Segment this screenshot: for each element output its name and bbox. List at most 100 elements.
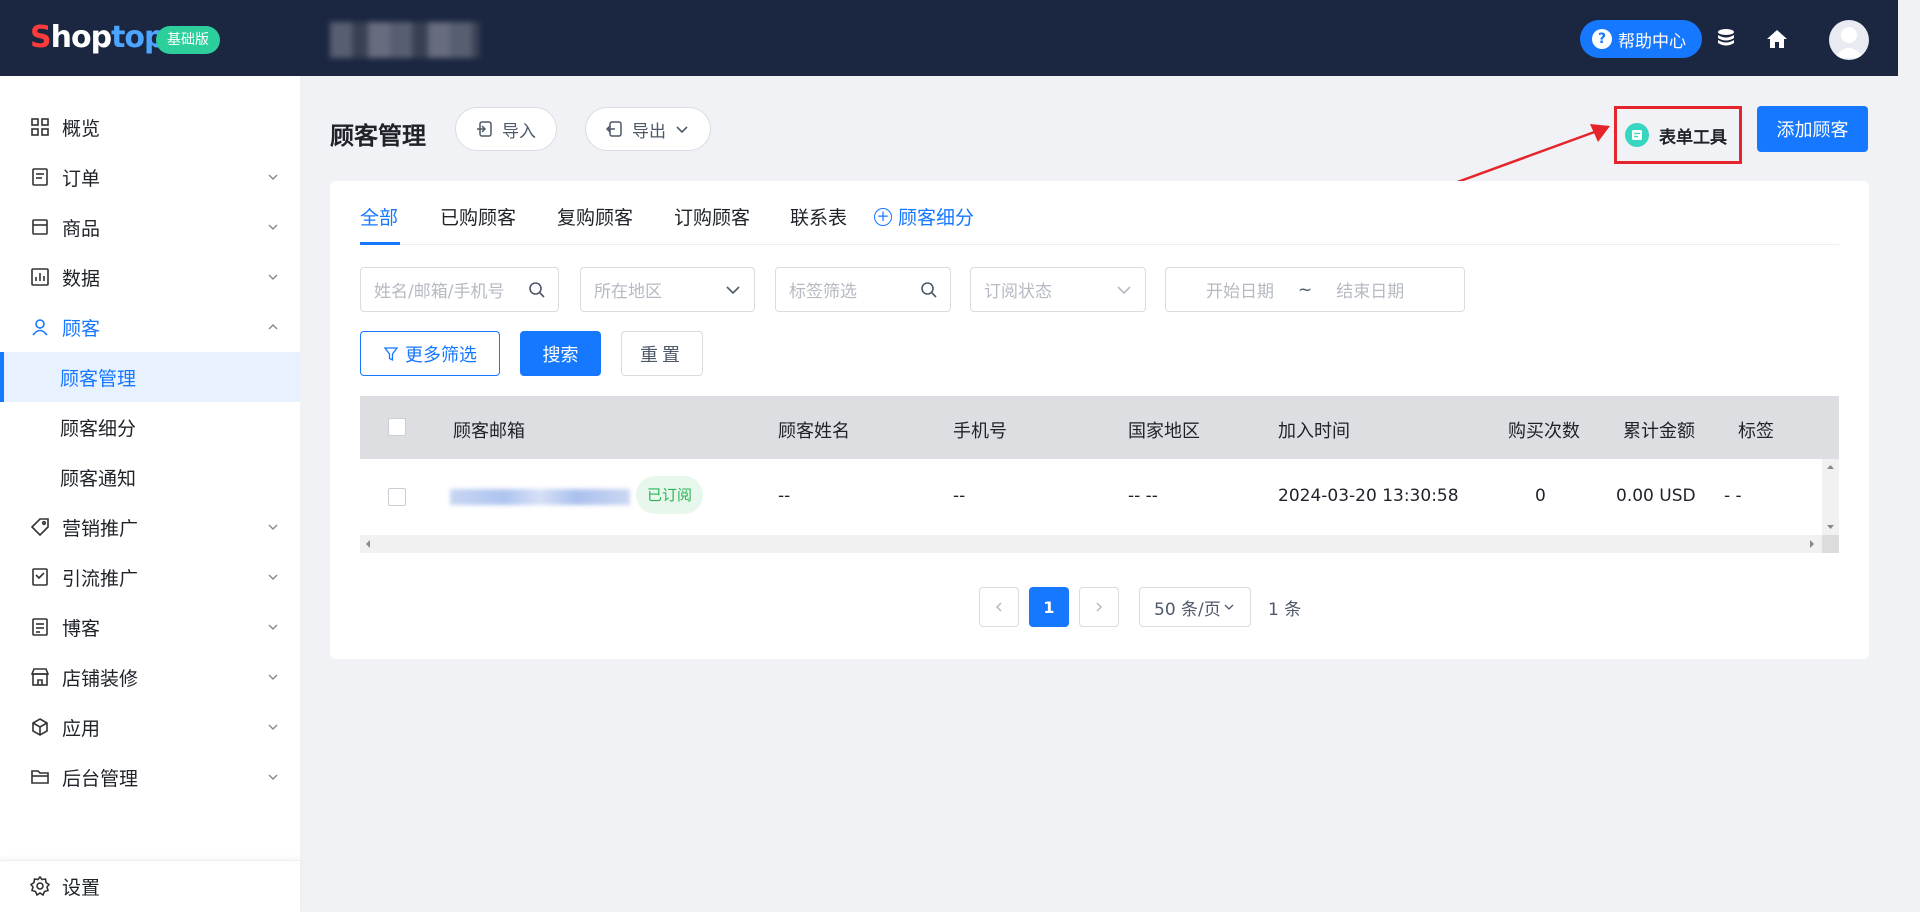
select-all-checkbox[interactable]	[388, 418, 406, 436]
page-title: 顾客管理	[330, 122, 426, 150]
sidebar-subitem-label: 顾客细分	[60, 417, 137, 440]
chevron-left-icon	[995, 602, 1002, 612]
vertical-scrollbar[interactable]	[1822, 459, 1839, 535]
store-icon	[30, 667, 50, 687]
sidebar-item-products[interactable]: 商品	[0, 202, 300, 252]
subscription-status-placeholder: 订阅状态	[984, 282, 1052, 302]
sidebar-footer: 设置	[0, 860, 300, 912]
sidebar-item-admin[interactable]: 后台管理	[0, 752, 300, 802]
tab-contact-form[interactable]: 联系表	[790, 203, 847, 230]
reset-button[interactable]: 重置	[621, 331, 703, 376]
tag-icon	[30, 517, 50, 537]
home-icon[interactable]	[1764, 26, 1790, 52]
subscription-status-select[interactable]: 订阅状态	[970, 267, 1146, 312]
add-customer-button[interactable]: 添加顾客	[1757, 106, 1868, 152]
sidebar-item-marketing[interactable]: 营销推广	[0, 502, 300, 552]
sidebar-item-label: 商品	[62, 217, 101, 240]
chevron-down-icon	[268, 774, 278, 780]
tab-purchased[interactable]: 已购顾客	[440, 203, 516, 230]
sidebar-item-label: 数据	[62, 267, 101, 290]
tab-all[interactable]: 全部	[360, 203, 398, 230]
search-input[interactable]: 姓名/邮箱/手机号	[360, 267, 559, 312]
dashboard-icon	[30, 117, 50, 137]
next-page-button[interactable]	[1079, 587, 1119, 627]
sidebar-item-blog[interactable]: 博客	[0, 602, 300, 652]
tag-filter-input[interactable]: 标签筛选	[775, 267, 951, 312]
chevron-down-icon	[726, 286, 740, 295]
sidebar-item-data[interactable]: 数据	[0, 252, 300, 302]
search-button[interactable]: 搜索	[520, 331, 601, 376]
sidebar-subitem-customer-notifications[interactable]: 顾客通知	[0, 452, 300, 502]
customer-email-blurred[interactable]	[450, 489, 630, 505]
chevron-down-icon	[1224, 604, 1234, 610]
logo-text-s: S	[30, 20, 52, 55]
sidebar-item-traffic[interactable]: 引流推广	[0, 552, 300, 602]
column-header-phone[interactable]: 手机号	[953, 417, 1007, 443]
sidebar-subitem-customer-segments[interactable]: 顾客细分	[0, 402, 300, 452]
column-header-email[interactable]: 顾客邮箱	[453, 417, 525, 443]
cell-join-time: 2024-03-20 13:30:58	[1278, 486, 1459, 506]
more-filters-button[interactable]: 更多筛选	[360, 331, 500, 376]
form-tool-button[interactable]: 表单工具	[1614, 106, 1742, 164]
page-number-button[interactable]: 1	[1029, 587, 1069, 627]
horizontal-scrollbar[interactable]	[360, 535, 1839, 553]
filter-icon	[383, 346, 399, 361]
sidebar-item-label: 后台管理	[62, 767, 139, 790]
tab-add-segment[interactable]: + 顾客细分	[874, 203, 974, 230]
sidebar-item-customers[interactable]: 顾客	[0, 302, 300, 352]
search-icon	[921, 282, 937, 298]
end-date-placeholder: 结束日期	[1336, 282, 1405, 302]
sidebar-item-label: 博客	[62, 617, 101, 640]
chart-icon	[30, 267, 50, 287]
sidebar-item-orders[interactable]: 订单	[0, 152, 300, 202]
chevron-right-icon	[1096, 602, 1103, 612]
chevron-down-icon	[268, 274, 278, 280]
help-center-button[interactable]: ? 帮助中心	[1580, 20, 1702, 58]
search-icon	[529, 282, 545, 298]
store-name-blurred[interactable]	[330, 22, 480, 58]
sidebar-item-apps[interactable]: 应用	[0, 702, 300, 752]
plus-circle-icon: +	[874, 207, 892, 226]
sidebar-item-settings[interactable]: 设置	[0, 861, 300, 911]
database-icon[interactable]	[1713, 26, 1739, 52]
page-size-select[interactable]: 50 条/页	[1139, 587, 1251, 627]
sidebar-subitem-label: 顾客管理	[60, 367, 137, 390]
tab-repurchased[interactable]: 复购顾客	[557, 203, 633, 230]
sidebar-subitem-customer-management[interactable]: 顾客管理	[0, 352, 300, 402]
cell-phone: --	[953, 486, 966, 506]
import-label: 导入	[502, 121, 536, 142]
export-button[interactable]: 导出	[585, 107, 711, 151]
region-select[interactable]: 所在地区	[580, 267, 755, 312]
row-checkbox[interactable]	[388, 488, 406, 506]
user-avatar[interactable]	[1829, 20, 1869, 60]
sidebar-item-label: 应用	[62, 717, 101, 740]
sidebar-subitem-label: 顾客通知	[60, 467, 137, 490]
chevron-down-icon	[268, 224, 278, 230]
column-header-name[interactable]: 顾客姓名	[778, 417, 850, 443]
column-header-join-time[interactable]: 加入时间	[1278, 417, 1350, 443]
cell-name: --	[778, 486, 791, 506]
date-range-picker[interactable]: 开始日期 ~ 结束日期	[1165, 267, 1465, 312]
folder-icon	[30, 767, 50, 787]
region-placeholder: 所在地区	[594, 282, 662, 302]
cell-purchase-count: 0	[1535, 486, 1546, 506]
column-header-country[interactable]: 国家地区	[1128, 417, 1200, 443]
form-icon	[1625, 123, 1649, 147]
table-header: 顾客邮箱 顾客姓名 手机号 国家地区 加入时间 购买次数 累计金额 标签	[360, 396, 1839, 459]
subscribed-badge: 已订阅	[636, 476, 704, 514]
table-row[interactable]: 已订阅 -- -- -- -- 2024-03-20 13:30:58 0 0.…	[360, 459, 1839, 535]
sidebar-item-overview[interactable]: 概览	[0, 102, 300, 152]
column-header-tags[interactable]: 标签	[1738, 417, 1774, 443]
sidebar-item-label: 营销推广	[62, 517, 139, 540]
tab-subscribed[interactable]: 订购顾客	[674, 203, 750, 230]
sidebar: 概览 订单 商品 数据 顾客 顾客管理 顾客细分 顾客通知 营销推广 引流推广	[0, 76, 300, 912]
active-tab-indicator	[360, 242, 400, 245]
prev-page-button[interactable]	[979, 587, 1019, 627]
column-header-total-amount[interactable]: 累计金额	[1623, 417, 1695, 443]
shoptop-logo[interactable]: Shoptop	[30, 20, 166, 55]
chevron-up-icon	[268, 324, 278, 330]
sidebar-item-store-design[interactable]: 店铺装修	[0, 652, 300, 702]
start-date-placeholder: 开始日期	[1206, 282, 1274, 302]
column-header-purchase-count[interactable]: 购买次数	[1508, 417, 1580, 443]
import-button[interactable]: 导入	[455, 107, 557, 151]
